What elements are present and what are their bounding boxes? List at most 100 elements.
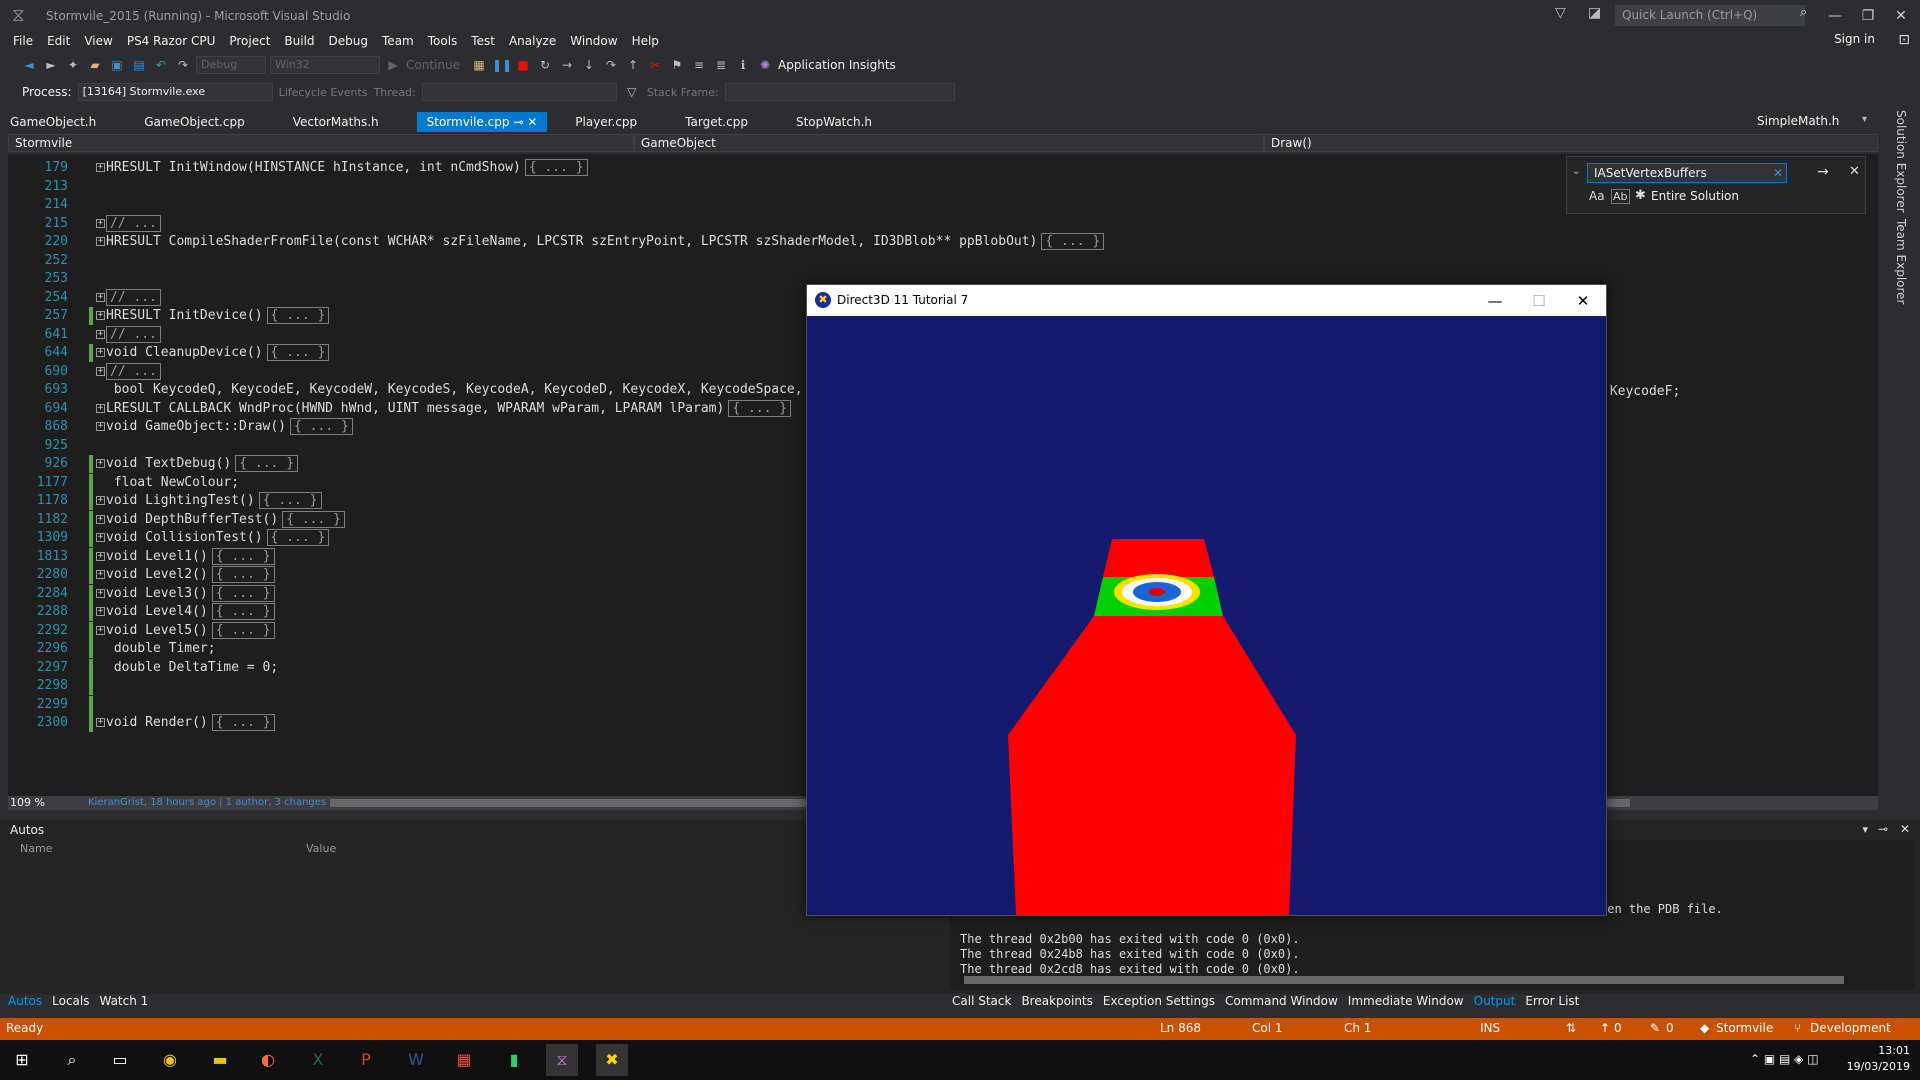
account-icon[interactable]: ⊡: [1898, 32, 1910, 48]
panel-pin-icon[interactable]: ⊸: [1878, 822, 1888, 836]
match-word-icon[interactable]: Ab: [1611, 189, 1630, 204]
forward-icon[interactable]: ►: [42, 56, 60, 74]
tab-autos[interactable]: Autos: [8, 994, 42, 1012]
sign-in-link[interactable]: Sign in: [1834, 32, 1875, 46]
uncomment-icon[interactable]: ≣: [712, 56, 730, 74]
git-changes-icon[interactable]: ⇅: [1566, 1021, 1576, 1035]
save-all-icon[interactable]: ▤: [130, 56, 148, 74]
bookmark-icon[interactable]: ⚑: [668, 56, 686, 74]
expand-replace-icon[interactable]: ⌄: [1572, 166, 1580, 177]
application-insights-button[interactable]: Application Insights: [778, 58, 896, 72]
tab-player-cpp[interactable]: Player.cpp: [565, 112, 647, 132]
regex-icon[interactable]: ✱: [1635, 188, 1646, 203]
collapsed-region[interactable]: { ... }: [235, 455, 299, 472]
close-button[interactable]: ✕: [1886, 4, 1916, 28]
clock[interactable]: 13:01 19/03/2019: [1847, 1043, 1910, 1075]
step-into-icon[interactable]: ↓: [580, 56, 598, 74]
thread-combo[interactable]: [421, 83, 617, 101]
windows-start-icon[interactable]: ⊞: [6, 1044, 38, 1076]
tab-breakpoints[interactable]: Breakpoints: [1021, 994, 1092, 1012]
search-icon[interactable]: ⌕: [1800, 5, 1807, 20]
collapsed-region[interactable]: // ...: [106, 288, 161, 306]
tab-error-list[interactable]: Error List: [1525, 994, 1579, 1012]
expand-region-icon[interactable]: +: [96, 366, 105, 376]
render-viewport[interactable]: [807, 316, 1606, 915]
task-view-icon[interactable]: ▭: [104, 1044, 136, 1076]
pending-count[interactable]: 0: [1666, 1021, 1674, 1035]
code-line[interactable]: 215 +// ...: [8, 214, 1878, 233]
tab-target-cpp[interactable]: Target.cpp: [675, 112, 758, 132]
continue-icon[interactable]: ▶: [384, 56, 402, 74]
menu-window[interactable]: Window: [563, 31, 624, 51]
repo-name[interactable]: Stormvile: [1716, 1021, 1773, 1035]
tray-icons[interactable]: ⌃ ▣ ▤ ◈ ◫: [1750, 1052, 1819, 1066]
collapsed-region[interactable]: { ... }: [211, 621, 275, 639]
step-out-icon[interactable]: ↑: [624, 56, 642, 74]
collapsed-region[interactable]: { ... }: [728, 399, 792, 417]
expand-region-icon[interactable]: +: [96, 348, 105, 357]
collapsed-region[interactable]: { ... }: [266, 529, 330, 546]
find-input[interactable]: IASetVertexBuffers: [1587, 163, 1787, 183]
collapsed-region[interactable]: { ... }: [290, 418, 353, 435]
file-explorer-icon[interactable]: ▬: [204, 1044, 236, 1076]
collapsed-region[interactable]: { ... }: [282, 510, 345, 528]
tab-gameobject-h[interactable]: GameObject.h: [0, 112, 106, 132]
restore-button[interactable]: ❐: [1853, 4, 1883, 28]
stop-icon[interactable]: ■: [514, 56, 532, 74]
back-icon[interactable]: ◄: [20, 56, 38, 74]
find-scope-combo[interactable]: Entire Solution: [1651, 189, 1739, 203]
powerpoint-icon[interactable]: P: [350, 1044, 382, 1076]
word-icon[interactable]: W: [400, 1044, 432, 1076]
expand-region-icon[interactable]: +: [96, 718, 105, 727]
feedback-icon[interactable]: ◪: [1588, 5, 1601, 21]
clear-find-icon[interactable]: ✕: [1773, 166, 1783, 180]
tab-locals[interactable]: Locals: [52, 994, 89, 1012]
expand-region-icon[interactable]: +: [96, 422, 105, 431]
attach-icon[interactable]: ▦: [470, 56, 488, 74]
direct3d-window[interactable]: ✖ Direct3D 11 Tutorial 7 — ☐ ✕: [806, 284, 1607, 916]
new-project-icon[interactable]: ✦: [64, 56, 82, 74]
filter-thread-icon[interactable]: ▽: [623, 83, 641, 101]
collapsed-region[interactable]: { ... }: [211, 566, 275, 583]
menu-ps4-razor-cpu[interactable]: PS4 Razor CPU: [120, 31, 223, 51]
search-icon[interactable]: ⌕: [56, 1044, 88, 1076]
zoom-combo[interactable]: 109 %: [10, 796, 45, 810]
expand-region-icon[interactable]: +: [96, 311, 105, 320]
pending-edit-icon[interactable]: ✎: [1650, 1021, 1660, 1035]
expand-region-icon[interactable]: +: [96, 163, 105, 172]
expand-region-icon[interactable]: +: [96, 237, 105, 246]
firefox-icon[interactable]: ◐: [252, 1044, 284, 1076]
tab-stormvile-cpp[interactable]: Stormvile.cpp ⊸ ✕: [416, 112, 548, 132]
collapsed-region[interactable]: { ... }: [258, 492, 322, 509]
tab-watch-1[interactable]: Watch 1: [99, 994, 148, 1012]
expand-region-icon[interactable]: +: [96, 533, 105, 542]
menu-help[interactable]: Help: [625, 31, 666, 51]
tab-exception-settings[interactable]: Exception Settings: [1103, 994, 1215, 1012]
continue-button[interactable]: Continue: [406, 58, 466, 72]
collapsed-region[interactable]: // ...: [106, 214, 161, 232]
autos-value-header[interactable]: Value: [306, 842, 336, 855]
push-count[interactable]: 0: [1614, 1021, 1622, 1035]
expand-region-icon[interactable]: +: [96, 459, 105, 468]
collapsed-region[interactable]: { ... }: [211, 547, 275, 565]
pause-icon[interactable]: ❚❚: [492, 56, 512, 74]
pin-icon[interactable]: ⊸: [513, 115, 523, 129]
expand-region-icon[interactable]: +: [96, 570, 105, 579]
menu-view[interactable]: View: [77, 31, 119, 51]
menu-test[interactable]: Test: [464, 31, 502, 51]
collapsed-region[interactable]: { ... }: [211, 714, 275, 731]
expand-region-icon[interactable]: +: [96, 292, 105, 302]
menu-analyze[interactable]: Analyze: [502, 31, 563, 51]
find-next-icon[interactable]: →: [1817, 164, 1829, 180]
stack-frame-combo[interactable]: [724, 83, 955, 101]
collapsed-region[interactable]: // ...: [106, 362, 161, 380]
d3d-minimize-button[interactable]: —: [1475, 289, 1515, 313]
minimize-button[interactable]: —: [1820, 4, 1850, 28]
menu-tools[interactable]: Tools: [421, 31, 465, 51]
tab-gameobject-cpp[interactable]: GameObject.cpp: [134, 112, 254, 132]
tab-stopwatch-h[interactable]: StopWatch.h: [786, 112, 882, 132]
step-over-icon[interactable]: ↷: [602, 56, 620, 74]
chrome-icon[interactable]: ◉: [154, 1044, 186, 1076]
direct3d-app-icon[interactable]: ✖: [596, 1044, 628, 1076]
quick-launch-input[interactable]: Quick Launch (Ctrl+Q): [1615, 5, 1805, 26]
